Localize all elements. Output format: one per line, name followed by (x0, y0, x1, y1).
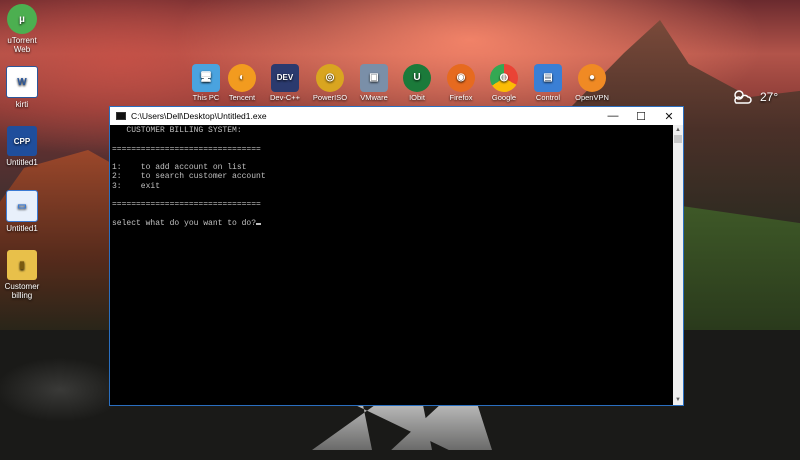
word-document-icon: W (6, 66, 38, 98)
desktop-icon-label: Untitled1 (6, 224, 38, 233)
vmware-icon: ▣ (360, 64, 388, 92)
desktop-icon-utorrent[interactable]: µ uTorrent Web (0, 4, 52, 54)
console-line: CUSTOMER BILLING SYSTEM: (112, 126, 242, 135)
scroll-down-arrow-icon[interactable]: ▼ (673, 395, 683, 405)
poweriso-icon: ◎ (316, 64, 344, 92)
desktop-icon-label: IObit (409, 93, 425, 102)
zip-folder-icon: ▮ (7, 250, 37, 280)
desktop-icon-control-panel[interactable]: ▤ Control (525, 64, 571, 102)
desktop-icon-poweriso[interactable]: ◎ PowerISO (307, 64, 353, 102)
window-titlebar[interactable]: C:\Users\Dell\Desktop\Untitled1.exe — ☐ … (110, 107, 683, 125)
window-title: C:\Users\Dell\Desktop\Untitled1.exe (131, 111, 267, 121)
close-button[interactable]: ✕ (655, 107, 683, 125)
console-output[interactable]: CUSTOMER BILLING SYSTEM: ===============… (110, 125, 674, 405)
scroll-up-arrow-icon[interactable]: ▲ (673, 125, 683, 135)
console-line: 1: to add account on list (112, 163, 247, 173)
computer-icon: 🖥 (192, 64, 220, 92)
desktop-icon-openvpn[interactable]: ● OpenVPN (569, 64, 615, 102)
desktop-icon-label: uTorrent Web (7, 36, 37, 54)
desktop-icon-label: PowerISO (312, 93, 348, 102)
console-line: =============================== (112, 144, 261, 154)
desktop-icon-vmware[interactable]: ▣ VMware (351, 64, 397, 102)
desktop-icon-untitled1-exe[interactable]: ▭ Untitled1 (0, 190, 52, 233)
desktop-icon-customer-billing[interactable]: ▮ Customer billing (0, 250, 52, 300)
desktop-icon-tencent[interactable]: ◐ Tencent (219, 64, 265, 102)
console-line: =============================== (112, 200, 261, 210)
console-app-icon (116, 112, 126, 120)
desktop-icon-firefox[interactable]: ◉ Firefox (438, 64, 484, 102)
maximize-button[interactable]: ☐ (627, 107, 655, 125)
iobit-icon: U (403, 64, 431, 92)
console-window[interactable]: C:\Users\Dell\Desktop\Untitled1.exe — ☐ … (109, 106, 684, 406)
utorrent-icon: µ (7, 4, 37, 34)
chrome-icon: ◍ (490, 64, 518, 92)
vertical-scrollbar[interactable]: ▲ ▼ (673, 125, 683, 405)
weather-temperature: 27° (760, 90, 779, 104)
scroll-thumb[interactable] (674, 135, 682, 143)
cpp-file-icon: CPP (7, 126, 37, 156)
firefox-icon: ◉ (447, 64, 475, 92)
text-cursor (256, 222, 262, 225)
partly-cloudy-icon (734, 90, 752, 104)
desktop-icon-iobit[interactable]: U IObit (394, 64, 440, 102)
exe-file-icon: ▭ (6, 190, 38, 222)
desktop-icon-google-chrome[interactable]: ◍ Google (481, 64, 527, 102)
desktop-icon-label: Dev-C++ (269, 93, 300, 102)
tencent-icon: ◐ (228, 64, 256, 92)
console-line: 2: to search customer account (112, 172, 266, 182)
desktop-top-icon-row: 🖥 This PC ◐ Tencent DEV Dev-C++ ◎ PowerI… (183, 64, 623, 108)
desktop-icon-label: OpenVPN (575, 93, 609, 102)
desktop-icon-label: Tencent (228, 93, 256, 102)
desktop-icon-devcpp[interactable]: DEV Dev-C++ (262, 64, 308, 102)
desktop-icon-label: Customer billing (4, 282, 40, 300)
console-line: select what do you want to do? (112, 219, 672, 228)
control-panel-icon: ▤ (534, 64, 562, 92)
desktop-icon-label: Google (491, 93, 517, 102)
desktop-icon-label: Control (535, 93, 561, 102)
devcpp-icon: DEV (271, 64, 299, 92)
console-line: 3: exit (112, 181, 161, 191)
desktop-icon-untitled1-cpp[interactable]: CPP Untitled1 (0, 126, 52, 167)
minimize-button[interactable]: — (599, 107, 627, 125)
weather-widget[interactable]: 27° (730, 88, 778, 106)
desktop-icon-label: Firefox (449, 93, 473, 102)
desktop-icon-label: VMware (360, 93, 388, 102)
desktop-icon-label: kirti (15, 100, 29, 109)
openvpn-icon: ● (578, 64, 606, 92)
desktop-icon-kirti[interactable]: W kirti (0, 66, 52, 109)
desktop-icon-label: Untitled1 (6, 158, 38, 167)
